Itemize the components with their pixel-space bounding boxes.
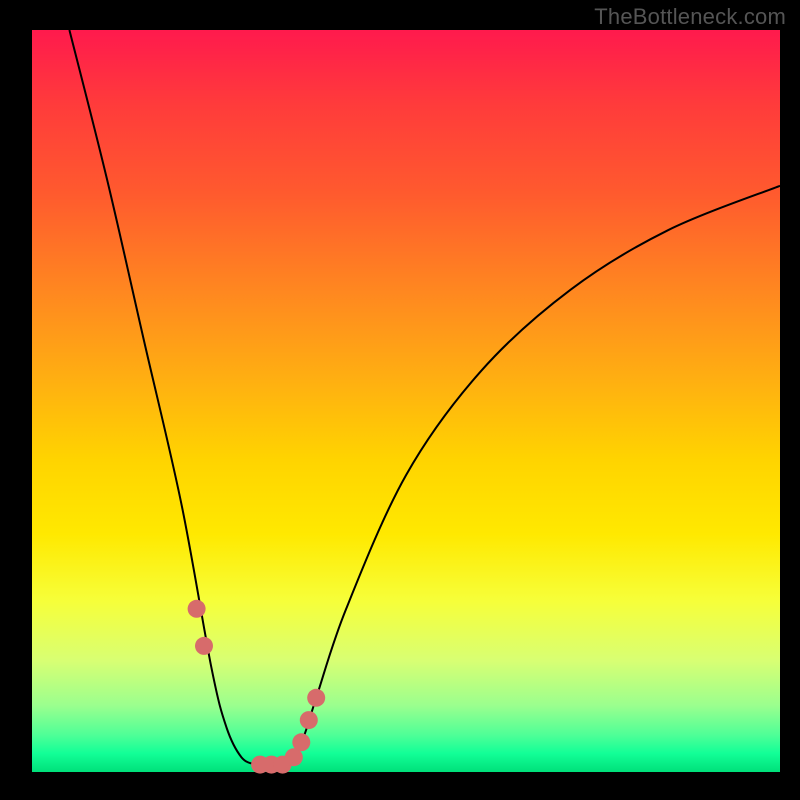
highlight-marker	[292, 733, 310, 751]
highlight-marker	[188, 600, 206, 618]
highlight-marker	[307, 689, 325, 707]
plot-area	[32, 30, 780, 772]
highlight-marker	[300, 711, 318, 729]
marker-group	[188, 600, 326, 774]
chart-svg	[32, 30, 780, 772]
bottleneck-curve	[69, 30, 780, 766]
highlight-marker	[195, 637, 213, 655]
chart-frame: TheBottleneck.com	[0, 0, 800, 800]
watermark-text: TheBottleneck.com	[594, 4, 786, 30]
